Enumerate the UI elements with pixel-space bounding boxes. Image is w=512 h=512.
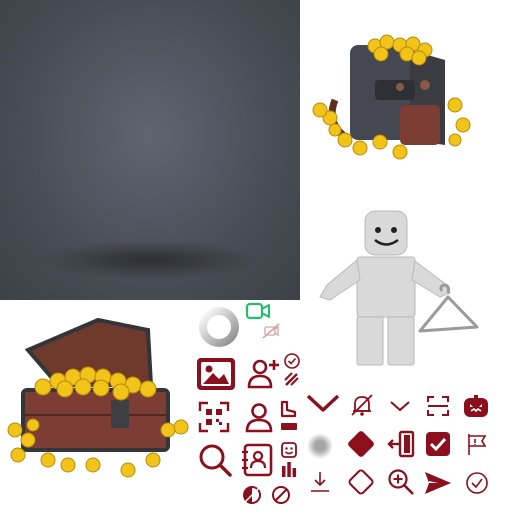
search-icon[interactable] [198,443,232,477]
pumpkin-icon[interactable] [463,394,489,418]
half-circle-slash-icon[interactable] [271,485,291,505]
exit-door-icon[interactable] [387,430,415,458]
scan-icon[interactable] [426,395,450,417]
bar-chart-icon[interactable] [280,460,298,478]
zoom-in-icon[interactable] [387,468,415,496]
send-icon[interactable] [424,470,452,496]
flag-icon[interactable] [465,432,489,456]
user-icon[interactable] [243,401,275,433]
floor-shadow [40,240,260,280]
shoe-base-icon [280,420,298,432]
check-circle-icon[interactable] [283,352,301,370]
video-camera-icon[interactable] [246,302,270,320]
chevron-down-icon[interactable] [388,398,412,414]
loading-ring [197,305,241,349]
image-icon[interactable] [196,357,236,391]
diamond-outline-icon[interactable] [345,466,377,498]
camera-off-icon[interactable] [262,322,280,340]
chevron-down-bold-icon[interactable] [305,392,341,414]
check-outline-icon[interactable] [465,471,489,495]
notifications-off-icon[interactable] [349,392,375,418]
backpack-with-coins-illustration [305,30,480,160]
treasure-chest-illustration [3,315,198,480]
qr-code-icon[interactable] [198,401,230,433]
blur-circle-icon[interactable] [306,432,334,460]
avatar-with-hanger-illustration [312,205,487,375]
add-user-icon[interactable] [246,356,280,390]
face-icon[interactable] [280,441,298,459]
half-circle-icon[interactable] [242,485,262,505]
diamond-filled-icon[interactable] [345,428,377,460]
preview-backdrop [0,0,300,300]
contacts-icon[interactable] [240,443,274,477]
checkbox-checked-icon[interactable] [424,430,452,458]
shoe-icon[interactable] [280,400,298,418]
download-icon[interactable] [308,470,332,494]
magic-wand-icon[interactable] [283,370,301,388]
